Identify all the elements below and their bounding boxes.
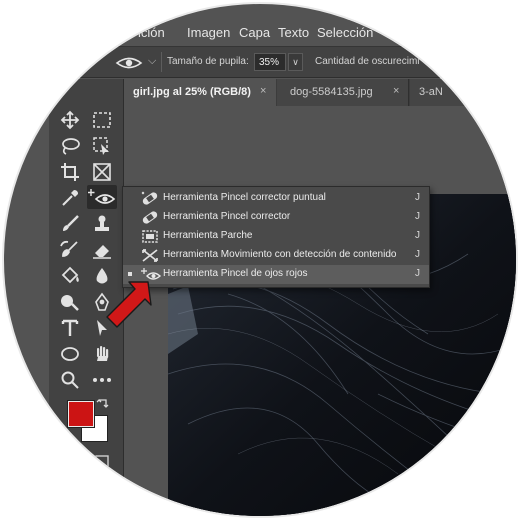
selected-indicator bbox=[128, 272, 132, 276]
document-tabs: girl.jpg al 25% (RGB/8) × dog-5584135.jp… bbox=[124, 79, 516, 106]
tab-3-an[interactable]: 3-aN bbox=[410, 79, 516, 106]
menu-item-label: Herramienta Movimiento con detección de … bbox=[163, 249, 397, 260]
menu-imagen[interactable]: Imagen bbox=[187, 25, 230, 40]
eraser-icon[interactable] bbox=[89, 239, 115, 261]
red-eye-icon[interactable] bbox=[114, 54, 144, 77]
hand-icon[interactable] bbox=[89, 343, 115, 365]
shortcut-key: J bbox=[415, 268, 420, 279]
content-aware-move-icon bbox=[141, 248, 159, 263]
pupil-size-label: Tamaño de pupila: bbox=[167, 56, 249, 67]
shortcut-key: J bbox=[415, 211, 420, 222]
spot-healing-brush-icon bbox=[141, 191, 159, 206]
more-icon[interactable] bbox=[89, 369, 115, 391]
close-icon[interactable]: × bbox=[260, 85, 266, 97]
foreground-color-swatch[interactable] bbox=[68, 401, 94, 427]
menu-item-healing-brush[interactable]: Herramienta Pincel corrector J bbox=[123, 208, 429, 227]
photoshop-window: ición Imagen Capa Texto Selección ⌵ Tama… bbox=[4, 4, 516, 516]
menu-capa[interactable]: Capa bbox=[239, 25, 270, 40]
close-icon[interactable]: × bbox=[393, 85, 399, 97]
crop-icon[interactable] bbox=[57, 161, 83, 183]
shortcut-key: J bbox=[415, 230, 420, 241]
healing-tools-flyout: Herramienta Pincel corrector puntual J H… bbox=[122, 186, 430, 288]
darken-amount-label: Cantidad de oscurecimi bbox=[315, 56, 420, 67]
paint-bucket-icon[interactable] bbox=[57, 265, 83, 287]
tab-label: dog-5584135.jpg bbox=[290, 86, 373, 98]
menu-seleccion[interactable]: Selección bbox=[317, 25, 373, 40]
zoom-icon[interactable] bbox=[57, 369, 83, 391]
tab-dog-jpg[interactable]: dog-5584135.jpg × bbox=[277, 79, 409, 106]
menu-bar: ición Imagen Capa Texto Selección bbox=[4, 20, 516, 46]
type-icon[interactable] bbox=[57, 317, 83, 339]
tab-label: 3-aN bbox=[419, 86, 443, 98]
quick-mask-icon[interactable] bbox=[89, 451, 115, 473]
options-bar: ⌵ Tamaño de pupila: 35% ∨ Cantidad de os… bbox=[4, 46, 516, 78]
healing-brush-icon bbox=[141, 210, 159, 225]
frame-icon[interactable] bbox=[89, 161, 115, 183]
pupil-size-chevron-down-icon[interactable]: ∨ bbox=[288, 53, 303, 71]
eyedropper-icon[interactable] bbox=[57, 187, 83, 209]
shortcut-key: J bbox=[415, 249, 420, 260]
menu-item-patch[interactable]: Herramienta Parche J bbox=[123, 227, 429, 246]
menu-item-spot-healing-brush[interactable]: Herramienta Pincel corrector puntual J bbox=[123, 189, 429, 208]
move-icon[interactable] bbox=[57, 109, 83, 131]
zoom-circle-frame: ición Imagen Capa Texto Selección ⌵ Tama… bbox=[2, 2, 518, 518]
menu-item-label: Herramienta Pincel corrector bbox=[163, 211, 291, 222]
divider bbox=[161, 52, 162, 72]
marquee-icon[interactable] bbox=[89, 109, 115, 131]
history-brush-icon[interactable] bbox=[57, 239, 83, 261]
dodge-icon[interactable] bbox=[57, 291, 83, 313]
object-selection-icon[interactable] bbox=[89, 135, 115, 157]
red-eye-icon[interactable] bbox=[87, 185, 117, 209]
shortcut-key: J bbox=[415, 192, 420, 203]
menu-item-label: Herramienta Pincel corrector puntual bbox=[163, 192, 326, 203]
red-arrow-annotation bbox=[106, 281, 152, 328]
pupil-size-input[interactable]: 35% bbox=[254, 53, 286, 71]
menu-item-content-aware-move[interactable]: Herramienta Movimiento con detección de … bbox=[123, 246, 429, 265]
tool-preset-chevron-down-icon[interactable]: ⌵ bbox=[148, 55, 156, 68]
menu-item-red-eye[interactable]: Herramienta Pincel de ojos rojos J bbox=[123, 265, 429, 284]
ellipse-icon[interactable] bbox=[57, 343, 83, 365]
brush-icon[interactable] bbox=[57, 213, 83, 235]
lasso-icon[interactable] bbox=[57, 135, 83, 157]
tab-label: girl.jpg al 25% (RGB/8) bbox=[133, 86, 251, 98]
menu-texto[interactable]: Texto bbox=[278, 25, 309, 40]
menu-item-label: Herramienta Parche bbox=[163, 230, 253, 241]
patch-icon bbox=[141, 229, 159, 244]
tab-girl-jpg[interactable]: girl.jpg al 25% (RGB/8) × bbox=[124, 79, 276, 106]
menu-edicion[interactable]: ición bbox=[138, 25, 165, 40]
stamp-icon[interactable] bbox=[89, 213, 115, 235]
canvas-area[interactable] bbox=[124, 106, 516, 516]
swap-colors-icon[interactable] bbox=[96, 397, 110, 416]
menu-item-label: Herramienta Pincel de ojos rojos bbox=[163, 268, 308, 279]
